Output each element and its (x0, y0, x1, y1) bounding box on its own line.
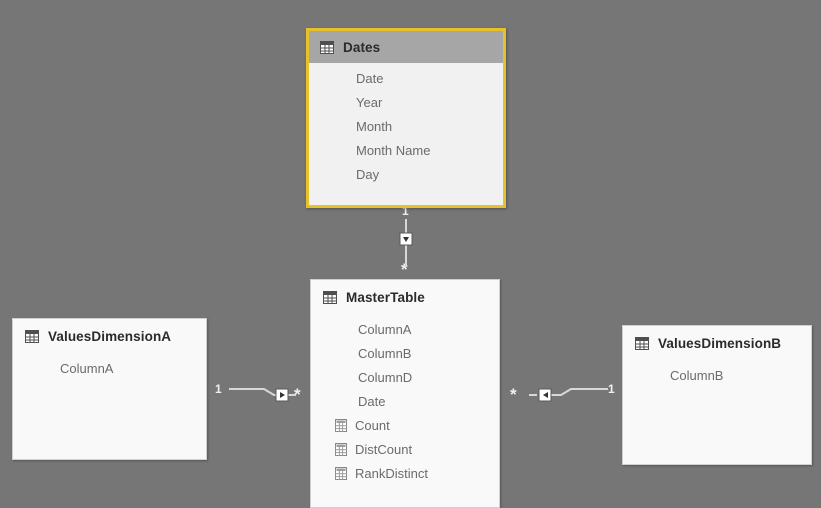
field-row[interactable]: Date (309, 66, 503, 90)
model-diagram-canvas[interactable]: 1 * 1 * * 1 Dates Date Year Month Month … (0, 0, 821, 508)
table-icon (635, 336, 649, 350)
field-list-dates: Date Year Month Month Name Day (309, 63, 503, 186)
field-row[interactable]: Day (309, 162, 503, 186)
relationship-line (551, 388, 608, 396)
field-label: DistCount (355, 441, 413, 457)
field-label: Month Name (356, 142, 431, 158)
field-row[interactable]: Month (309, 114, 503, 138)
measure-icon (335, 418, 347, 432)
field-row[interactable]: ColumnA (13, 356, 206, 380)
field-label: RankDistinct (355, 465, 428, 481)
cardinality-label-many: * (401, 260, 408, 279)
cardinality-label-one: 1 (608, 382, 615, 396)
table-icon (25, 329, 39, 343)
field-row[interactable]: ColumnD (311, 365, 499, 389)
field-row[interactable]: RankDistinct (311, 461, 499, 485)
table-title: MasterTable (346, 289, 425, 305)
table-title: ValuesDimensionA (48, 328, 172, 344)
field-row[interactable]: ColumnB (311, 341, 499, 365)
field-row[interactable]: ColumnB (623, 363, 811, 387)
table-header-dates[interactable]: Dates (309, 31, 503, 63)
table-icon (320, 40, 334, 54)
cardinality-label-many: * (510, 385, 517, 404)
field-label: ColumnA (60, 360, 114, 376)
field-row[interactable]: DistCount (311, 437, 499, 461)
field-label: Date (356, 70, 384, 86)
measure-icon (335, 466, 347, 480)
table-header-valuesdimensiona[interactable]: ValuesDimensionA (13, 319, 206, 353)
relationship-mastertable-valuesdimensionb[interactable]: * 1 (505, 378, 620, 404)
measure-icon (335, 442, 347, 456)
table-icon (323, 290, 337, 304)
field-label: Month (356, 118, 393, 134)
cardinality-label-one: 1 (215, 382, 222, 396)
field-label: ColumnB (670, 367, 724, 383)
table-card-valuesdimensiona[interactable]: ValuesDimensionA ColumnA (12, 318, 207, 460)
field-label: Count (355, 417, 390, 433)
field-label: Day (356, 166, 380, 182)
relationship-line (229, 388, 282, 396)
table-card-mastertable[interactable]: MasterTable ColumnA ColumnB ColumnD Date (310, 279, 500, 508)
field-row[interactable]: Count (311, 413, 499, 437)
table-card-dates[interactable]: Dates Date Year Month Month Name Day (306, 28, 506, 208)
table-header-mastertable[interactable]: MasterTable (311, 280, 499, 314)
field-label: ColumnD (358, 369, 413, 385)
table-header-valuesdimensionb[interactable]: ValuesDimensionB (623, 326, 811, 360)
field-label: Year (356, 94, 383, 110)
field-row[interactable]: ColumnA (311, 317, 499, 341)
field-row[interactable]: Year (309, 90, 503, 114)
relationship-dates-mastertable[interactable]: 1 * (390, 203, 422, 281)
field-label: Date (358, 393, 386, 409)
field-list-valuesdimensionb: ColumnB (623, 360, 811, 387)
cardinality-label-many: * (294, 385, 301, 404)
relationship-valuesdimensiona-mastertable[interactable]: 1 * (212, 378, 312, 404)
field-label: ColumnA (358, 321, 412, 337)
field-row[interactable]: Month Name (309, 138, 503, 162)
table-title: ValuesDimensionB (658, 335, 782, 351)
field-label: ColumnB (358, 345, 412, 361)
field-list-mastertable: ColumnA ColumnB ColumnD Date Count DistC… (311, 314, 499, 485)
table-title: Dates (343, 39, 381, 55)
field-list-valuesdimensiona: ColumnA (13, 353, 206, 380)
table-card-valuesdimensionb[interactable]: ValuesDimensionB ColumnB (622, 325, 812, 465)
field-row[interactable]: Date (311, 389, 499, 413)
